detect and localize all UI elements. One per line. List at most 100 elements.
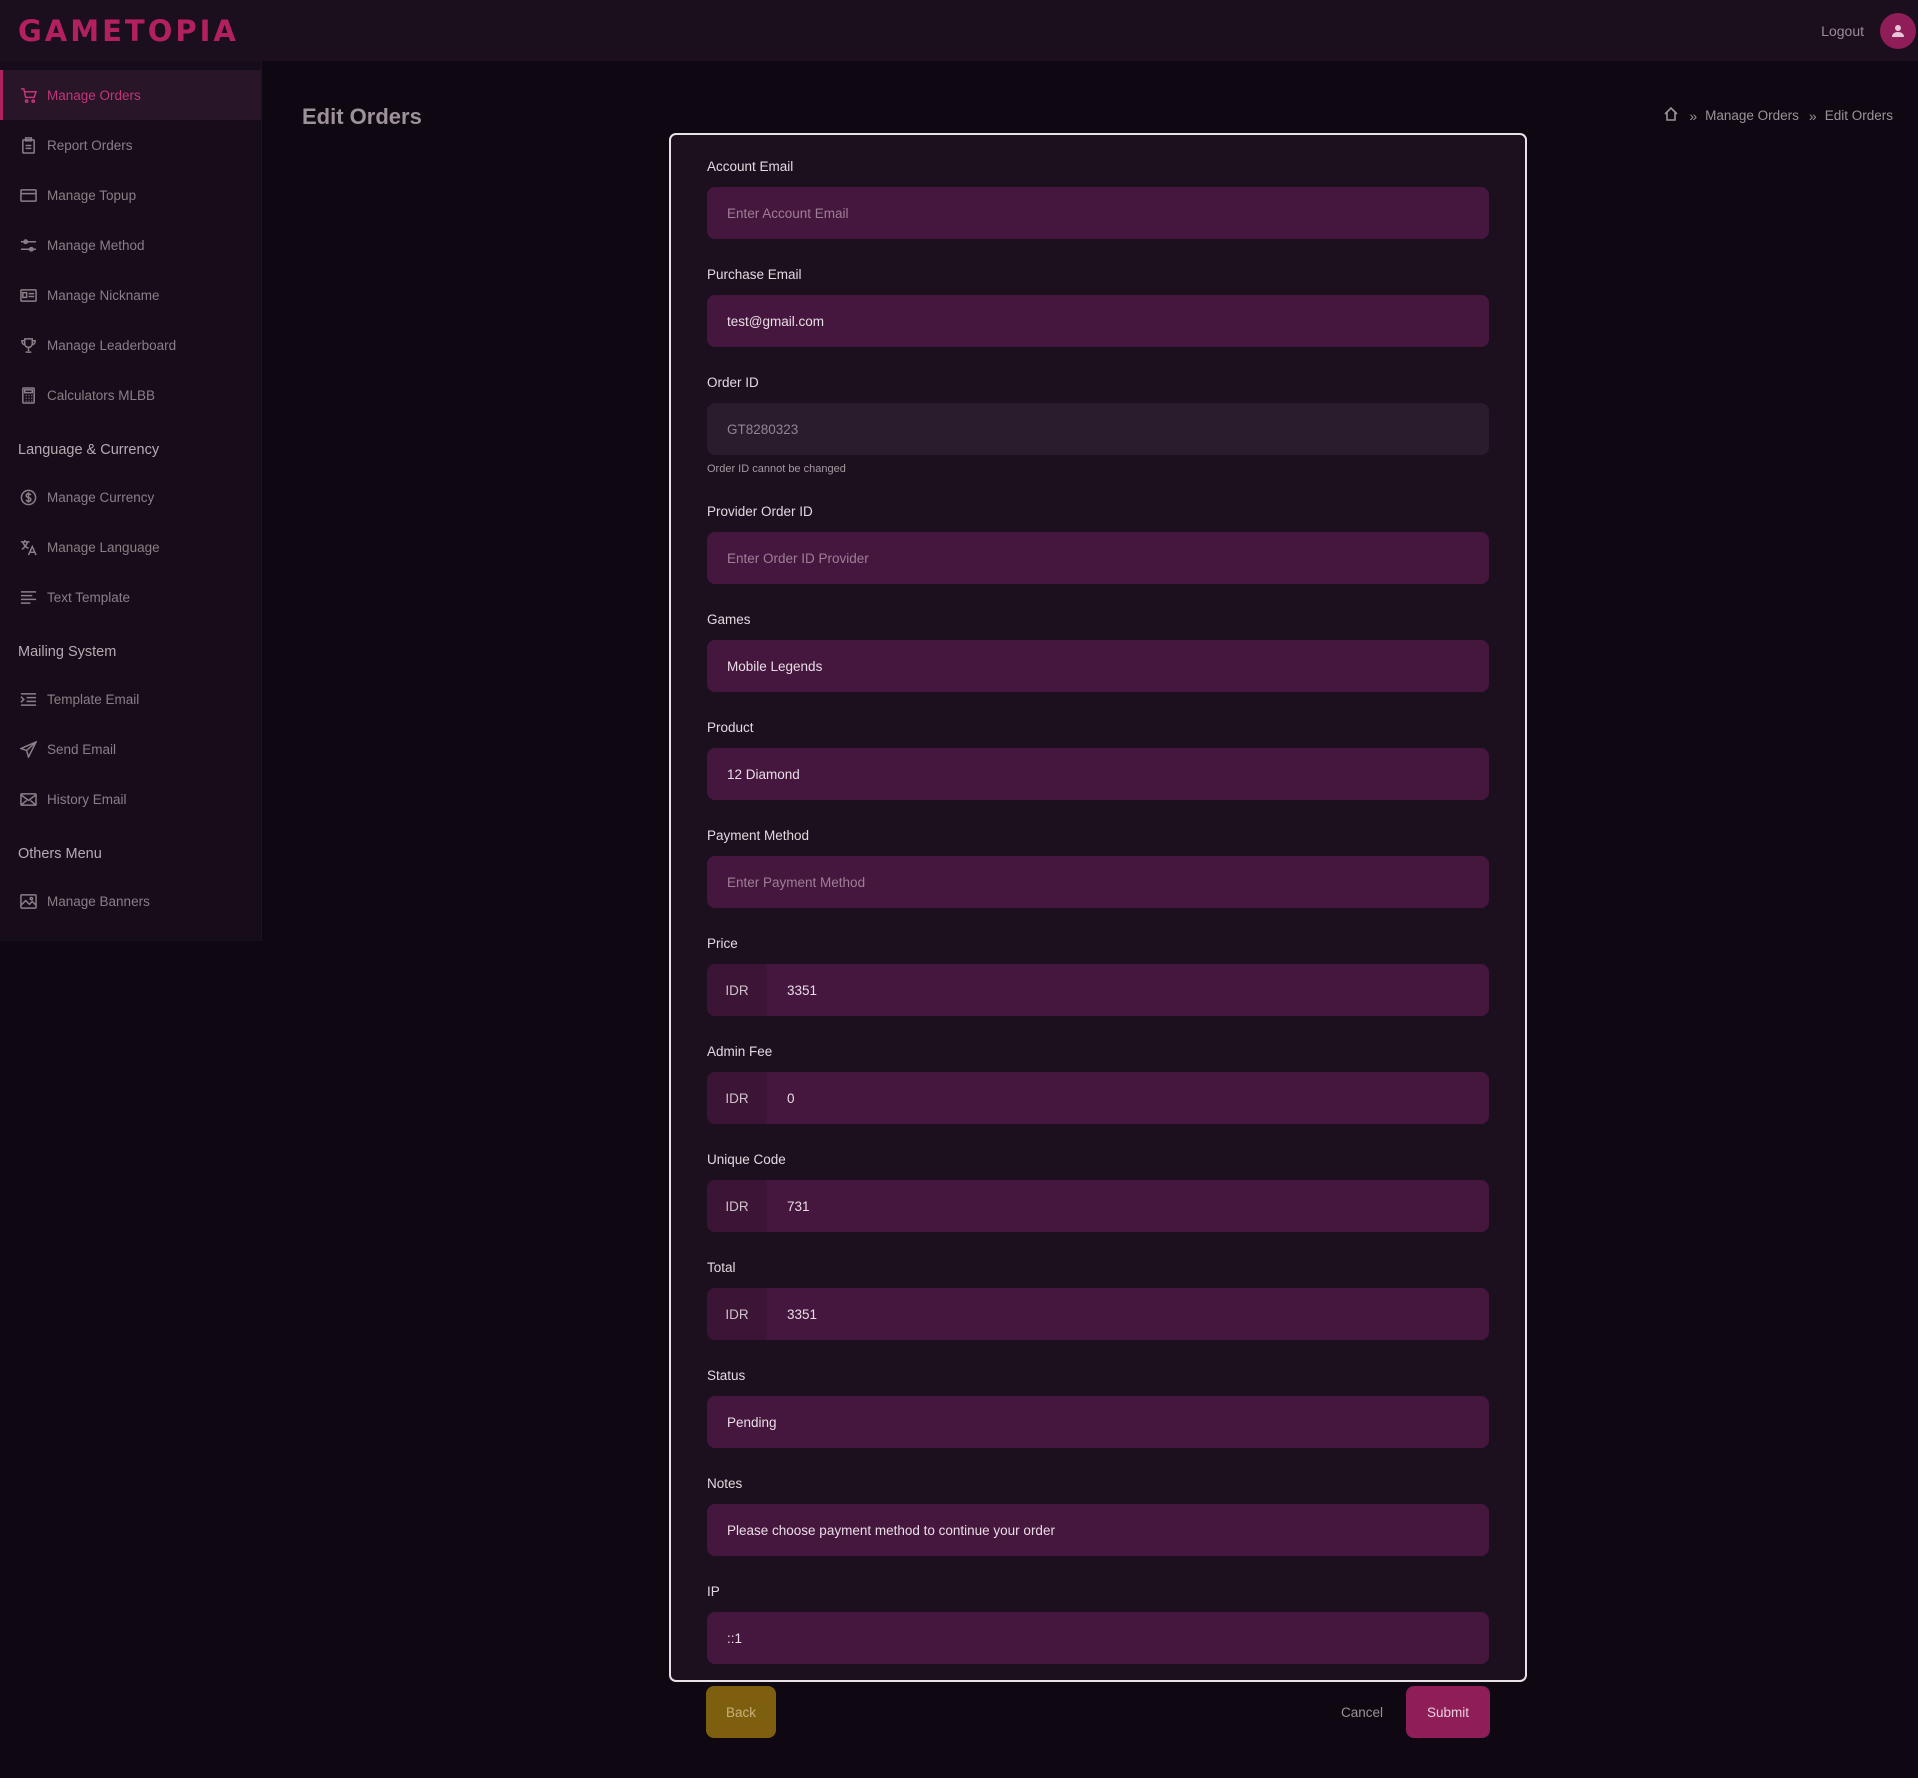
price-input[interactable]: IDR 3351 xyxy=(707,964,1489,1016)
admin-fee-input[interactable]: IDR 0 xyxy=(707,1072,1489,1124)
account-email-field-group: Account Email Enter Account Email xyxy=(707,157,1489,265)
sidebar-item-manage-method[interactable]: Manage Method xyxy=(0,220,261,270)
payment-method-input[interactable]: Enter Payment Method xyxy=(707,856,1489,908)
total-currency-addon: IDR xyxy=(707,1288,767,1340)
sidebar-item-label: Report Orders xyxy=(47,137,133,153)
purchase-email-field-group: Purchase Email test@gmail.com xyxy=(707,265,1489,373)
total-label: Total xyxy=(707,1260,736,1275)
order-id-label: Order ID xyxy=(707,375,759,390)
games-label: Games xyxy=(707,612,751,627)
breadcrumb-edit-orders: Edit Orders xyxy=(1824,108,1893,123)
breadcrumb: » Manage Orders » Edit Orders xyxy=(1663,106,1893,125)
sidebar-item-label: Text Template xyxy=(47,589,131,605)
sidebar-section-others-menu: Others Menu xyxy=(18,846,102,862)
admin-fee-field-group: Admin Fee IDR 0 xyxy=(707,1042,1489,1150)
send-icon xyxy=(19,740,37,758)
sliders-icon xyxy=(19,236,37,254)
sidebar-item-template-email[interactable]: Template Email xyxy=(0,674,261,724)
ip-input[interactable]: ::1 xyxy=(707,1612,1489,1664)
notes-input[interactable]: Please choose payment method to continue… xyxy=(707,1504,1489,1556)
logout-link[interactable]: Logout xyxy=(1821,23,1864,39)
purchase-email-input[interactable]: test@gmail.com xyxy=(707,295,1489,347)
admin-fee-value[interactable]: 0 xyxy=(767,1091,795,1106)
sidebar-item-label: Send Email xyxy=(47,741,117,757)
trophy-icon xyxy=(19,336,37,354)
clipboard-icon xyxy=(19,136,37,154)
games-input[interactable]: Mobile Legends xyxy=(707,640,1489,692)
total-input[interactable]: IDR 3351 xyxy=(707,1288,1489,1340)
unique-code-currency-addon: IDR xyxy=(707,1180,767,1232)
price-value[interactable]: 3351 xyxy=(767,983,817,998)
sidebar-item-label: Manage Leaderboard xyxy=(47,337,177,353)
price-label: Price xyxy=(707,936,738,951)
purchase-email-label: Purchase Email xyxy=(707,267,802,282)
home-icon[interactable] xyxy=(1663,106,1679,125)
product-input[interactable]: 12 Diamond xyxy=(707,748,1489,800)
sidebar-item-manage-currency[interactable]: Manage Currency xyxy=(0,472,261,522)
provider-order-id-input[interactable]: Enter Order ID Provider xyxy=(707,532,1489,584)
sidebar-item-manage-leaderboard[interactable]: Manage Leaderboard xyxy=(0,320,261,370)
sidebar: Manage Orders Report Orders Manage Topup… xyxy=(0,61,262,941)
sidebar-item-calculators-mlbb[interactable]: Calculators MLBB xyxy=(0,370,261,420)
account-email-input[interactable]: Enter Account Email xyxy=(707,187,1489,239)
sidebar-item-manage-nickname[interactable]: Manage Nickname xyxy=(0,270,261,320)
mail-icon xyxy=(19,790,37,808)
unique-code-field-group: Unique Code IDR 731 xyxy=(707,1150,1489,1258)
sidebar-item-label: Manage Banners xyxy=(47,893,150,909)
sidebar-item-history-email[interactable]: History Email xyxy=(0,774,261,824)
sidebar-item-manage-language[interactable]: Manage Language xyxy=(0,522,261,572)
sidebar-section-mailing-system: Mailing System xyxy=(18,644,117,660)
status-input[interactable]: Pending xyxy=(707,1396,1489,1448)
sidebar-item-text-template[interactable]: Text Template xyxy=(0,572,261,622)
cancel-button[interactable]: Cancel xyxy=(1330,1686,1394,1738)
sidebar-item-manage-banners[interactable]: Manage Banners xyxy=(0,876,261,926)
submit-button[interactable]: Submit xyxy=(1406,1686,1490,1738)
edit-order-form: Account Email Enter Account Email Purcha… xyxy=(669,133,1527,1682)
order-id-input: GT8280323 xyxy=(707,403,1489,455)
payment-method-label: Payment Method xyxy=(707,828,810,843)
notes-label: Notes xyxy=(707,1476,743,1491)
chevrons-right-icon: » xyxy=(1808,107,1817,124)
sidebar-item-manage-orders[interactable]: Manage Orders xyxy=(0,70,261,120)
currency-icon xyxy=(19,488,37,506)
app-logo[interactable]: GAMETOPIA xyxy=(18,14,239,48)
sidebar-item-label: Manage Nickname xyxy=(47,287,160,303)
breadcrumb-manage-orders[interactable]: Manage Orders xyxy=(1705,108,1799,123)
translate-icon xyxy=(19,538,37,556)
id-card-icon xyxy=(19,286,37,304)
avatar[interactable] xyxy=(1880,12,1916,49)
status-field-group: Status Pending xyxy=(707,1366,1489,1474)
top-bar: GAMETOPIA Logout xyxy=(0,0,1918,61)
total-field-group: Total IDR 3351 xyxy=(707,1258,1489,1366)
total-value[interactable]: 3351 xyxy=(767,1307,817,1322)
back-button[interactable]: Back xyxy=(706,1686,776,1738)
unique-code-value[interactable]: 731 xyxy=(767,1199,810,1214)
sidebar-item-label: Manage Method xyxy=(47,237,145,253)
sidebar-item-label: Manage Currency xyxy=(47,489,155,505)
top-bar-actions: Logout xyxy=(1821,12,1918,49)
text-lines-icon xyxy=(19,588,37,606)
chevrons-right-icon: » xyxy=(1689,107,1697,124)
order-id-help-text: Order ID cannot be changed xyxy=(707,463,846,475)
price-field-group: Price IDR 3351 xyxy=(707,934,1489,1042)
provider-order-id-label: Provider Order ID xyxy=(707,504,813,519)
product-label: Product xyxy=(707,720,754,735)
sidebar-item-report-orders[interactable]: Report Orders xyxy=(0,120,261,170)
calculator-icon xyxy=(19,386,37,404)
admin-fee-currency-addon: IDR xyxy=(707,1072,767,1124)
sidebar-item-label: Manage Topup xyxy=(47,187,137,203)
account-email-label: Account Email xyxy=(707,159,794,174)
payment-method-field-group: Payment Method Enter Payment Method xyxy=(707,826,1489,934)
unique-code-input[interactable]: IDR 731 xyxy=(707,1180,1489,1232)
ip-field-group: IP ::1 xyxy=(707,1582,1489,1690)
ip-label: IP xyxy=(707,1584,720,1599)
sidebar-item-send-email[interactable]: Send Email xyxy=(0,724,261,774)
sidebar-item-manage-topup[interactable]: Manage Topup xyxy=(0,170,261,220)
page-title: Edit Orders xyxy=(302,104,422,129)
sidebar-item-label: History Email xyxy=(47,791,127,807)
price-currency-addon: IDR xyxy=(707,964,767,1016)
order-id-field-group: Order ID GT8280323 Order ID cannot be ch… xyxy=(707,373,1489,502)
games-field-group: Games Mobile Legends xyxy=(707,610,1489,718)
user-icon xyxy=(1892,24,1904,37)
sidebar-item-label: Manage Language xyxy=(47,539,160,555)
